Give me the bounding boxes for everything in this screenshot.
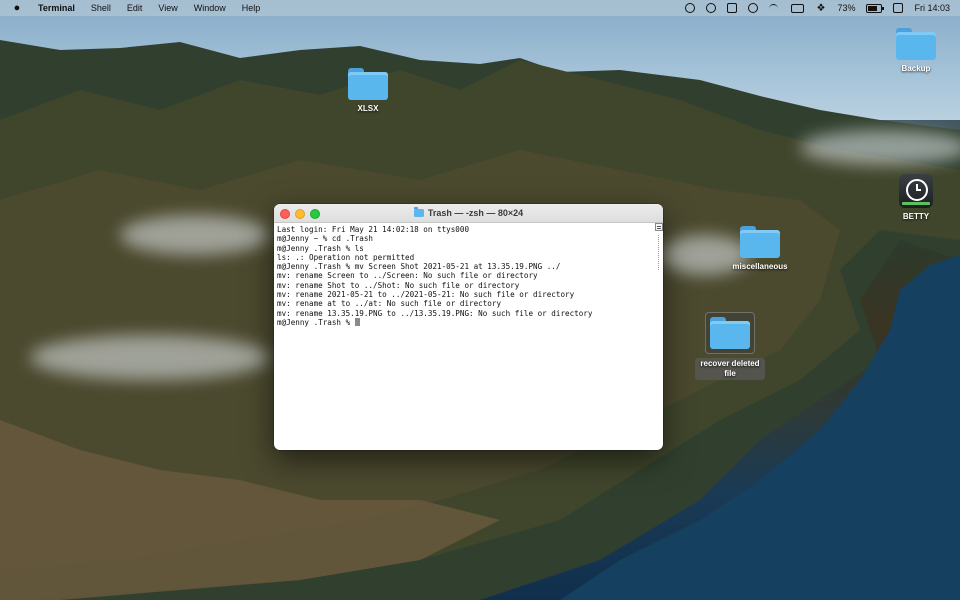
desktop-icon-xlsx[interactable]: XLSX bbox=[328, 68, 408, 114]
time-machine-status-icon[interactable] bbox=[685, 3, 696, 13]
scroll-column[interactable] bbox=[655, 223, 663, 450]
traffic-lights bbox=[280, 209, 320, 219]
terminal-line: mv: rename Shot to ../Shot: No such file… bbox=[277, 280, 520, 290]
desktop-icon-label: miscellaneous bbox=[732, 262, 788, 271]
folder-icon bbox=[740, 226, 780, 258]
desktop-icon-label: BETTY bbox=[902, 212, 930, 221]
desktop-icon-betty[interactable]: BETTY bbox=[876, 174, 956, 222]
folder-icon bbox=[413, 207, 424, 217]
apple-menu-icon[interactable]: ● bbox=[12, 2, 22, 14]
bluetooth-icon[interactable]: ❖ bbox=[815, 3, 826, 14]
app-menu[interactable]: Terminal bbox=[38, 3, 75, 13]
desktop-icon-miscellaneous[interactable]: miscellaneous bbox=[720, 226, 800, 272]
terminal-line: mv: rename 2021-05-21 to ../2021-05-21: … bbox=[277, 290, 575, 300]
desktop-icon-backup[interactable]: Backup bbox=[876, 28, 956, 74]
menu-view[interactable]: View bbox=[158, 3, 177, 13]
cloud bbox=[120, 215, 270, 255]
screen-time-icon[interactable] bbox=[706, 3, 717, 13]
zoom-button[interactable] bbox=[310, 209, 320, 219]
terminal-line: mv: rename 13.35.19.PNG to ../13.35.19.P… bbox=[277, 308, 593, 318]
window-title-text: Trash — -zsh — 80×24 bbox=[427, 208, 524, 218]
marks-button-icon[interactable] bbox=[655, 223, 663, 231]
window-titlebar[interactable]: Trash — -zsh — 80×24 bbox=[274, 204, 663, 223]
terminal-window[interactable]: Trash — -zsh — 80×24 Last login: Fri May… bbox=[274, 204, 663, 450]
folder-icon bbox=[896, 28, 936, 60]
menu-window[interactable]: Window bbox=[194, 3, 226, 13]
terminal-line: mv: rename Screen to ../Screen: No such … bbox=[277, 271, 538, 281]
scroll-marks bbox=[658, 235, 660, 270]
time-machine-drive-icon bbox=[899, 174, 933, 208]
control-center-icon[interactable] bbox=[893, 3, 904, 13]
desktop-icon-recover-deleted-file[interactable]: recover deleted file bbox=[690, 312, 770, 380]
battery-icon[interactable] bbox=[866, 3, 885, 13]
desktop-icon-label: recover deleted file bbox=[695, 358, 765, 380]
desktop-icon-label: XLSX bbox=[357, 104, 379, 113]
text-cursor bbox=[354, 317, 360, 326]
keyboard-input-icon[interactable] bbox=[791, 3, 805, 13]
wifi-icon[interactable] bbox=[769, 3, 780, 14]
window-title: Trash — -zsh — 80×24 bbox=[413, 207, 524, 218]
terminal-output[interactable]: Last login: Fri May 21 14:02:18 on ttys0… bbox=[274, 223, 660, 450]
terminal-line: m@Jenny .Trash % mv Screen Shot 2021-05-… bbox=[277, 262, 561, 272]
menu-help[interactable]: Help bbox=[242, 3, 261, 13]
terminal-line: m@Jenny .Trash % ls bbox=[277, 243, 364, 253]
terminal-line: mv: rename at to ../at: No such file or … bbox=[277, 299, 502, 309]
menu-shell[interactable]: Shell bbox=[91, 3, 111, 13]
selection-highlight bbox=[705, 312, 755, 354]
close-button[interactable] bbox=[280, 209, 290, 219]
sync-icon[interactable] bbox=[748, 3, 759, 13]
menu-edit[interactable]: Edit bbox=[127, 3, 143, 13]
cloud bbox=[800, 130, 960, 165]
cloud bbox=[30, 335, 270, 380]
minimize-button[interactable] bbox=[295, 209, 305, 219]
screenshot-icon[interactable] bbox=[727, 3, 738, 13]
menu-clock[interactable]: Fri 14:03 bbox=[914, 3, 950, 13]
battery-percent: 73% bbox=[837, 3, 856, 13]
terminal-line: m@Jenny ~ % cd .Trash bbox=[277, 234, 374, 244]
menu-bar: ● Terminal Shell Edit View Window Help ❖… bbox=[0, 0, 960, 16]
folder-icon bbox=[710, 317, 750, 349]
desktop-icon-label: Backup bbox=[901, 64, 931, 73]
folder-icon bbox=[348, 68, 388, 100]
terminal-prompt: m@Jenny .Trash % bbox=[277, 317, 355, 327]
terminal-line: Last login: Fri May 21 14:02:18 on ttys0… bbox=[277, 225, 470, 234]
terminal-line: ls: .: Operation not permitted bbox=[277, 252, 415, 262]
terminal-prompt-line: m@Jenny .Trash % bbox=[277, 317, 657, 327]
